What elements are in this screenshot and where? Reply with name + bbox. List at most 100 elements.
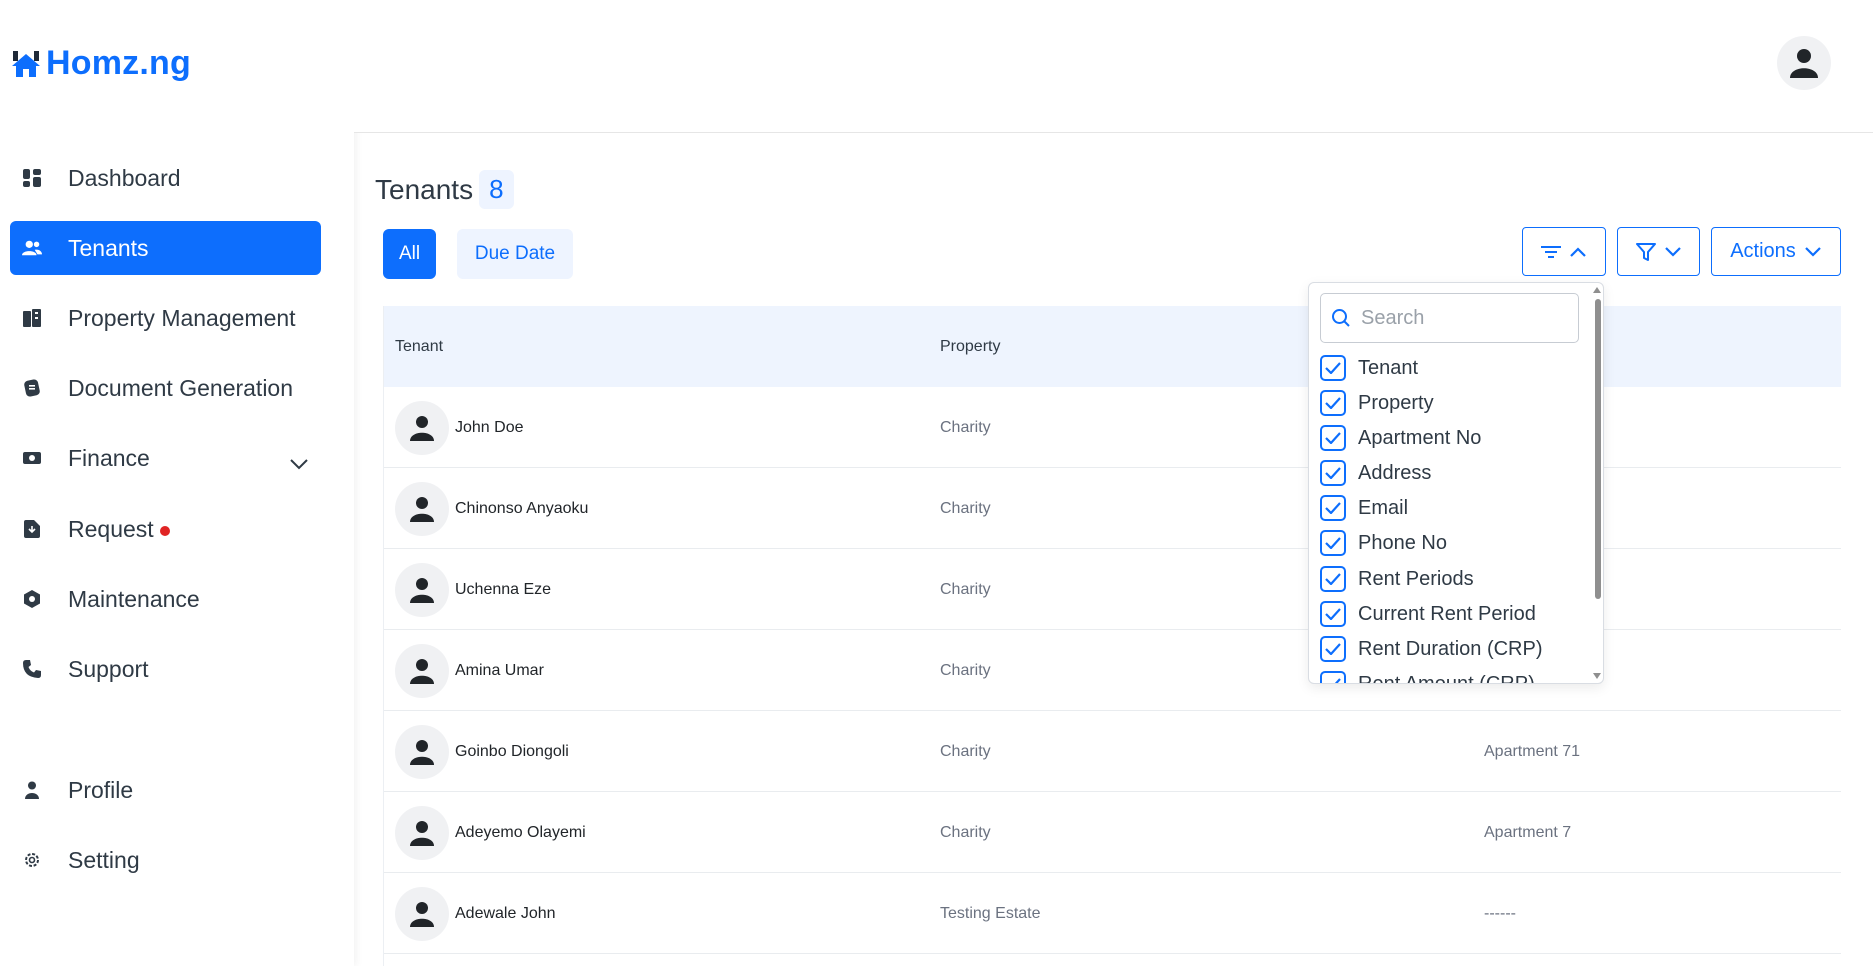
scroll-up-arrow-icon[interactable] (1593, 287, 1601, 293)
dashboard-icon (22, 168, 42, 188)
page-title: Tenants (375, 173, 474, 205)
chevron-down-icon (1664, 246, 1681, 257)
tenant-name[interactable]: Uchenna Eze (455, 581, 551, 599)
check-icon (1325, 537, 1341, 549)
table-row[interactable]: John Doe Charity (384, 387, 1841, 468)
tab-due-date[interactable]: Due Date (457, 229, 573, 279)
logo-text: Homz.ng (46, 44, 191, 82)
checkbox[interactable] (1320, 495, 1346, 521)
sidebar-item-label: Maintenance (68, 585, 200, 612)
check-icon (1325, 432, 1341, 444)
person-icon (410, 740, 434, 765)
tenant-avatar (395, 806, 449, 860)
chevron-up-icon (1570, 246, 1586, 257)
table-row[interactable]: Adewale John Testing Estate ------ (384, 873, 1841, 954)
sidebar-item-dashboard[interactable]: Dashboard (10, 151, 321, 205)
column-search-box (1320, 293, 1579, 343)
column-option-property[interactable]: Property (1320, 388, 1434, 418)
logo[interactable]: Homz.ng (10, 44, 191, 83)
column-option-rent-periods[interactable]: Rent Periods (1320, 564, 1474, 594)
table-row[interactable]: Uchenna Eze Charity (384, 549, 1841, 630)
column-option-rent-duration[interactable]: Rent Duration (CRP) (1320, 634, 1543, 664)
tenant-name[interactable]: Adewale John (455, 905, 556, 923)
checkbox[interactable] (1320, 566, 1346, 592)
sidebar-item-support[interactable]: Support (10, 642, 321, 696)
check-icon (1325, 502, 1341, 514)
person-icon (410, 497, 434, 522)
tab-all[interactable]: All (383, 229, 436, 279)
tenant-avatar (395, 887, 449, 941)
tenant-apartment: Apartment 7 (1484, 824, 1572, 841)
tenant-name[interactable]: Amina Umar (455, 662, 544, 680)
sidebar-item-label: Profile (68, 776, 134, 803)
dropdown-scrollbar[interactable] (1591, 283, 1603, 683)
money-icon (22, 448, 42, 468)
column-option-label: Property (1358, 391, 1434, 414)
table-row[interactable]: Amina Umar Charity (384, 630, 1841, 711)
tenant-property: Charity (940, 743, 991, 760)
sort-lines-icon (1541, 245, 1561, 258)
checkbox[interactable] (1320, 636, 1346, 662)
filter-button[interactable] (1617, 227, 1700, 276)
column-search-input[interactable] (1361, 306, 1561, 330)
tenant-name[interactable]: John Doe (455, 419, 524, 437)
check-icon (1325, 573, 1341, 585)
checkbox[interactable] (1320, 671, 1346, 683)
gear-icon (22, 850, 42, 870)
checkbox[interactable] (1320, 355, 1346, 381)
sidebar-item-label: Dashboard (68, 164, 181, 191)
column-option-tenant[interactable]: Tenant (1320, 353, 1418, 383)
tenant-apartment: ------ (1484, 905, 1516, 922)
column-option-label: Rent Duration (CRP) (1358, 637, 1543, 660)
column-header-tenant[interactable]: Tenant (395, 338, 443, 356)
checkbox[interactable] (1320, 530, 1346, 556)
tenant-name[interactable]: Adeyemo Olayemi (455, 824, 586, 842)
request-icon (22, 519, 42, 539)
user-avatar[interactable] (1777, 36, 1831, 90)
tenant-name[interactable]: Chinonso Anyaoku (455, 500, 588, 518)
column-option-phone-no[interactable]: Phone No (1320, 528, 1447, 558)
checkbox[interactable] (1320, 390, 1346, 416)
checkbox[interactable] (1320, 425, 1346, 451)
tenant-count-badge: 8 (479, 170, 514, 209)
tenant-property: Charity (940, 824, 991, 841)
check-icon (1334, 678, 1341, 683)
check-icon (1325, 643, 1341, 655)
building-icon (22, 308, 42, 328)
users-icon (22, 238, 42, 258)
sidebar-item-tenants[interactable]: Tenants (10, 221, 321, 275)
column-option-rent-amount[interactable]: Rent Amount (CRP) (1320, 669, 1535, 683)
tenant-property: Charity (940, 581, 991, 598)
person-icon (410, 416, 434, 441)
sidebar-item-property-management[interactable]: Property Management (10, 291, 321, 345)
column-toggle-button[interactable] (1522, 227, 1606, 276)
checkbox[interactable] (1320, 601, 1346, 627)
chevron-down-icon[interactable] (289, 449, 309, 476)
sidebar-item-finance[interactable]: Finance (10, 431, 321, 485)
table-row[interactable]: Adeyemo Olayemi Charity Apartment 7 (384, 792, 1841, 873)
tenant-name[interactable]: Goinbo Diongoli (455, 743, 569, 761)
column-option-label: Rent Periods (1358, 567, 1474, 590)
tenant-property: Charity (940, 500, 991, 517)
tenant-avatar (395, 725, 449, 779)
sidebar-item-document-generation[interactable]: Document Generation (10, 361, 321, 415)
column-option-current-rent-period[interactable]: Current Rent Period (1320, 599, 1536, 629)
maintenance-icon (22, 589, 42, 609)
column-option-label: Address (1358, 461, 1432, 484)
column-header-property[interactable]: Property (940, 338, 1000, 356)
sidebar-item-label: Finance (68, 444, 150, 471)
column-option-email[interactable]: Email (1320, 493, 1408, 523)
check-icon (1325, 467, 1341, 479)
sidebar-item-maintenance[interactable]: Maintenance (10, 572, 321, 626)
sidebar-item-request[interactable]: Request (10, 502, 321, 556)
column-option-address[interactable]: Address (1320, 458, 1431, 488)
column-option-apartment-no[interactable]: Apartment No (1320, 423, 1481, 453)
table-row[interactable]: Goinbo Diongoli Charity Apartment 71 (384, 711, 1841, 792)
checkbox[interactable] (1320, 460, 1346, 486)
scroll-down-arrow-icon[interactable] (1593, 673, 1601, 679)
scrollbar-thumb[interactable] (1595, 299, 1601, 599)
actions-button[interactable]: Actions (1711, 227, 1841, 276)
sidebar-item-setting[interactable]: Setting (10, 833, 321, 887)
table-row[interactable]: Chinonso Anyaoku Charity (384, 468, 1841, 549)
sidebar-item-profile[interactable]: Profile (10, 763, 321, 817)
